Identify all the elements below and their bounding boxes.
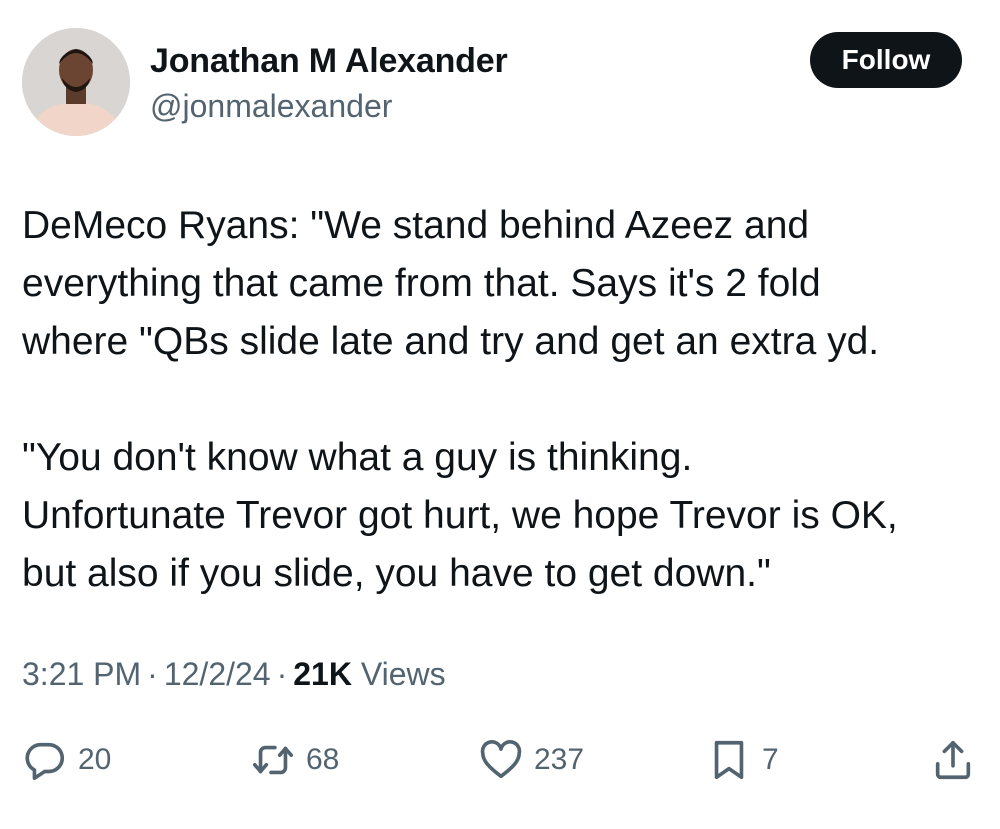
views-label: Views <box>360 656 446 692</box>
tweet-line: but also if you slide, you have to get d… <box>22 552 771 595</box>
reply-icon <box>22 737 68 783</box>
tweet-line: DeMeco Ryans: "We stand behind Azeez and <box>22 204 810 247</box>
tweet-time[interactable]: 3:21 PM <box>22 656 141 692</box>
bookmark-button[interactable]: 7 <box>706 732 779 788</box>
heart-icon <box>478 737 524 783</box>
like-count: 237 <box>534 743 585 776</box>
share-button[interactable] <box>930 732 976 788</box>
retweet-count: 68 <box>306 743 340 776</box>
reply-button[interactable]: 20 <box>22 732 111 788</box>
author-name[interactable]: Jonathan M Alexander <box>150 42 508 81</box>
tweet-meta: 3:21 PM · 12/2/24 · 21K Views <box>22 656 446 693</box>
avatar-image <box>22 28 130 136</box>
share-icon <box>930 737 976 783</box>
tweet-line: "You don't know what a guy is thinking. <box>22 436 693 479</box>
author-handle[interactable]: @jonmalexander <box>150 88 392 125</box>
tweet-text: DeMeco Ryans: "We stand behind Azeez and… <box>22 197 977 603</box>
tweet-header: Jonathan M Alexander @jonmalexander Foll… <box>22 28 967 140</box>
tweet-line: everything that came from that. Says it'… <box>22 262 821 305</box>
follow-button[interactable]: Follow <box>810 32 962 88</box>
reply-count: 20 <box>78 743 112 776</box>
meta-separator: · <box>276 656 288 692</box>
action-bar: 20 68 237 7 <box>0 732 1000 788</box>
meta-separator: · <box>147 656 158 692</box>
tweet-line: Unfortunate Trevor got hurt, we hope Tre… <box>22 494 898 537</box>
avatar[interactable] <box>22 28 130 136</box>
views-count: 21K <box>293 656 352 692</box>
bookmark-icon <box>706 737 752 783</box>
retweet-button[interactable]: 68 <box>250 732 339 788</box>
tweet-line: where "QBs slide late and try and get an… <box>22 320 880 363</box>
retweet-icon <box>250 737 296 783</box>
like-button[interactable]: 237 <box>478 732 584 788</box>
bookmark-count: 7 <box>762 743 779 776</box>
tweet-date[interactable]: 12/2/24 <box>164 656 271 692</box>
